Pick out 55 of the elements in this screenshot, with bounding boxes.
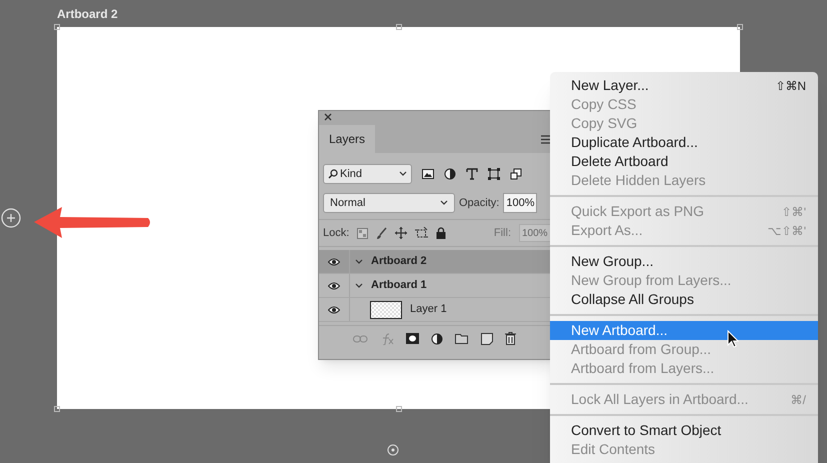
checkerboard-icon[interactable]	[357, 228, 368, 238]
resize-handle[interactable]	[396, 24, 402, 30]
image-icon[interactable]	[422, 168, 434, 180]
artboard-title: Artboard 2	[57, 6, 118, 23]
shortcut-text: ⌥⇧⌘'	[768, 222, 806, 240]
resize-handle[interactable]	[396, 406, 402, 412]
resize-handle[interactable]	[54, 24, 60, 30]
trash-icon[interactable]	[505, 332, 516, 345]
opacity-field[interactable]: 100%	[503, 193, 538, 213]
add-artboard-icon[interactable]	[387, 444, 399, 456]
eye-icon[interactable]	[328, 258, 340, 266]
resize-handle[interactable]	[54, 406, 60, 412]
layer-name: Layer 1	[410, 302, 447, 318]
blend-mode-dropdown[interactable]: Normal	[323, 193, 455, 213]
menu-item[interactable]: New Layer... ⇧⌘N	[550, 76, 818, 95]
arrow-icon	[34, 207, 150, 238]
menu-item[interactable]: New Artboard...	[550, 321, 818, 340]
menu-item[interactable]: Delete Artboard	[550, 152, 818, 171]
move-icon[interactable]	[395, 227, 408, 239]
chevron-down-icon[interactable]	[355, 282, 363, 288]
artboard-icon[interactable]	[415, 227, 428, 239]
layer-thumbnail	[370, 300, 402, 318]
half-circle-icon[interactable]	[431, 332, 443, 344]
mask-icon[interactable]	[406, 333, 419, 344]
lock-label: Lock:	[323, 226, 350, 241]
search-icon	[328, 169, 338, 179]
chevron-down-icon	[440, 200, 448, 206]
close-icon[interactable]	[324, 113, 332, 121]
cursor-icon	[727, 330, 739, 348]
eye-icon[interactable]	[328, 282, 340, 290]
shortcut-text: ⌘/	[790, 392, 806, 408]
folder-icon[interactable]	[455, 333, 469, 344]
resize-handle[interactable]	[737, 24, 743, 30]
menu-icon[interactable]	[541, 135, 551, 144]
new-layer-icon[interactable]	[481, 332, 493, 344]
layers-tab[interactable]: Layers	[319, 125, 376, 153]
chevron-down-icon[interactable]	[355, 258, 363, 264]
menu-item[interactable]: Convert to Smart Object	[550, 421, 818, 440]
lock-icon[interactable]	[436, 227, 446, 239]
layer-name: Artboard 2	[371, 254, 427, 270]
fill-label: Fill:	[494, 226, 511, 241]
smart-object-icon[interactable]	[510, 168, 522, 180]
brush-icon[interactable]	[376, 227, 388, 239]
shape-icon[interactable]	[488, 168, 500, 180]
chevron-down-icon	[399, 171, 407, 177]
menu-item[interactable]: Duplicate Artboard...	[550, 133, 818, 152]
shortcut-text: ⇧⌘'	[782, 204, 806, 220]
type-icon[interactable]	[466, 168, 478, 180]
half-circle-icon[interactable]	[444, 168, 456, 180]
eye-icon[interactable]	[328, 306, 340, 314]
layer-name: Artboard 1	[371, 278, 427, 294]
filter-dropdown[interactable]: Kind	[323, 164, 412, 184]
add-artboard-icon[interactable]	[1, 208, 21, 228]
shortcut-text: ⇧⌘N	[775, 78, 806, 94]
opacity-label: Opacity:	[459, 196, 500, 211]
